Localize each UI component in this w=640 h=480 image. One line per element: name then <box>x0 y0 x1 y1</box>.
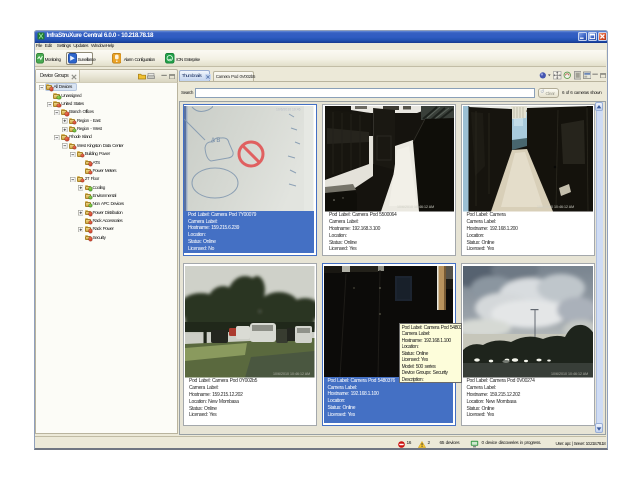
svg-text:10/6/2010 10:46:12 AM: 10/6/2010 10:46:12 AM <box>273 372 310 376</box>
svg-text:A B: A B <box>211 138 220 144</box>
svg-text:10/6/2010 10:46:12 AM: 10/6/2010 10:46:12 AM <box>537 205 574 209</box>
svg-text:10/6/2010 10:46:12 AM: 10/6/2010 10:46:12 AM <box>397 205 434 209</box>
svg-text:10/6/2010 10:46: 10/6/2010 10:46 <box>276 107 301 111</box>
svg-text:10/6/2010 10:46:12 AM: 10/6/2010 10:46:12 AM <box>551 372 588 376</box>
